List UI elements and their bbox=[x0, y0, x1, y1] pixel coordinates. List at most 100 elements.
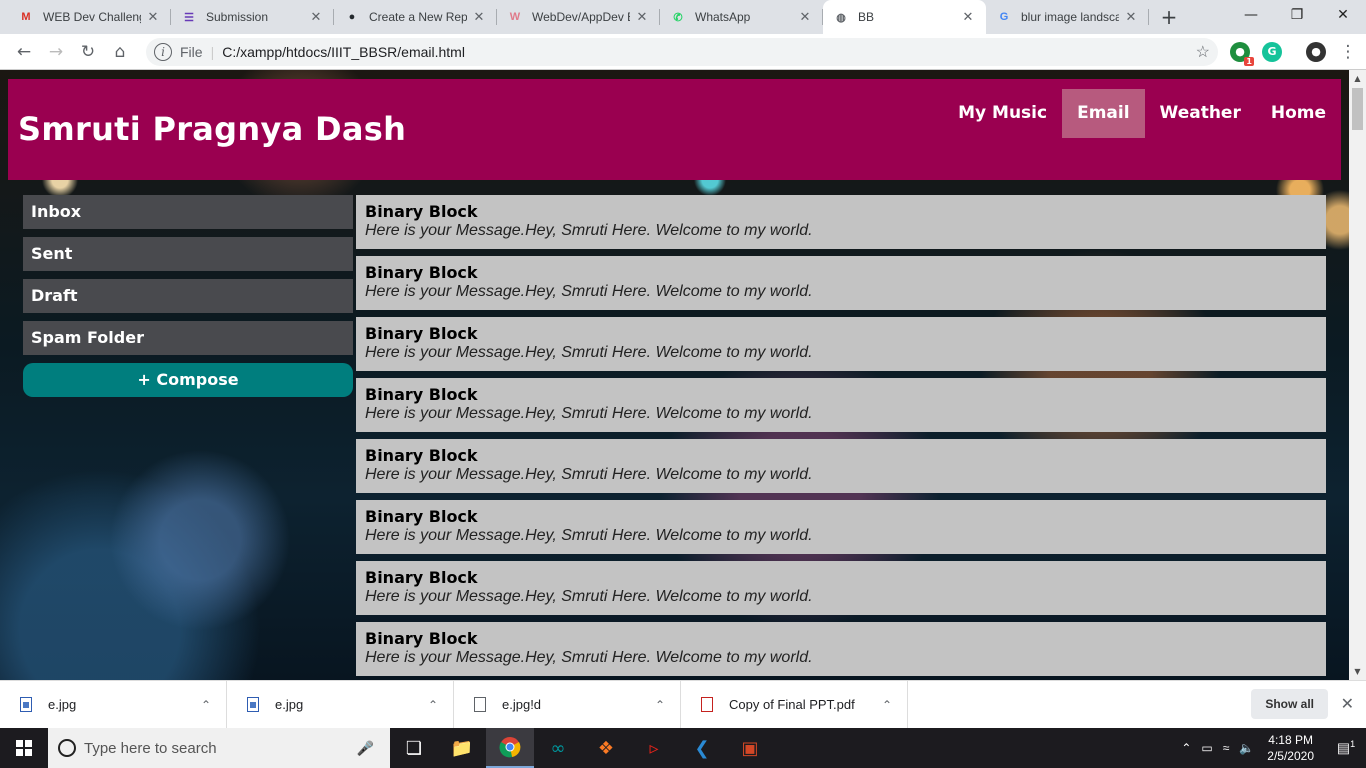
close-tab-icon[interactable]: ✕ bbox=[960, 9, 976, 25]
download-options-icon[interactable]: ⌃ bbox=[867, 698, 907, 712]
download-item[interactable]: e.jpg!d ⌃ bbox=[454, 680, 681, 729]
message-body: Here is your Message.Hey, Smruti Here. W… bbox=[365, 344, 813, 361]
browser-tab[interactable]: M WEB Dev Challenge ✕ bbox=[8, 0, 171, 34]
menu-kebab-icon[interactable]: ⋮ bbox=[1332, 38, 1364, 66]
download-filename: Copy of Final PPT.pdf bbox=[729, 697, 855, 712]
close-shelf-icon[interactable]: ✕ bbox=[1341, 694, 1354, 714]
minimize-icon[interactable]: — bbox=[1228, 0, 1274, 30]
windows-start-icon[interactable] bbox=[0, 728, 48, 768]
download-item[interactable]: e.jpg ⌃ bbox=[0, 680, 227, 729]
download-item[interactable]: e.jpg ⌃ bbox=[227, 680, 454, 729]
battery-icon[interactable]: ▭ bbox=[1196, 741, 1217, 755]
message-row[interactable]: Binary Block Here is your Message.Hey, Sm… bbox=[356, 500, 1326, 554]
message-row[interactable]: Binary Block Here is your Message.Hey, Sm… bbox=[356, 561, 1326, 615]
close-tab-icon[interactable]: ✕ bbox=[308, 9, 324, 25]
close-tab-icon[interactable]: ✕ bbox=[797, 9, 813, 25]
message-row[interactable]: Binary Block Here is your Message.Hey, Sm… bbox=[356, 195, 1326, 249]
message-row[interactable]: Binary Block Here is your Message.Hey, Sm… bbox=[356, 317, 1326, 371]
file-icon bbox=[474, 697, 486, 712]
close-tab-icon[interactable]: ✕ bbox=[1123, 9, 1139, 25]
grammarly-icon[interactable]: G bbox=[1262, 41, 1282, 62]
browser-toolbar: ← → ↻ ⌂ i File | C:/xampp/htdocs/IIIT_BB… bbox=[0, 34, 1366, 70]
new-tab-button[interactable]: + bbox=[1155, 3, 1183, 31]
message-list: Binary Block Here is your Message.Hey, Sm… bbox=[356, 195, 1326, 680]
nav-link-weather[interactable]: Weather bbox=[1145, 89, 1256, 138]
message-row[interactable]: Binary Block Here is your Message.Hey, Sm… bbox=[356, 378, 1326, 432]
message-sender: Binary Block bbox=[365, 263, 478, 282]
wifi-icon[interactable]: ≈ bbox=[1218, 741, 1235, 755]
message-row[interactable]: Binary Block Here is your Message.Hey, Sm… bbox=[356, 439, 1326, 493]
message-body: Here is your Message.Hey, Smruti Here. W… bbox=[365, 649, 813, 666]
file-explorer-icon[interactable]: 📁 bbox=[438, 728, 486, 768]
image-file-icon bbox=[20, 697, 32, 712]
address-bar[interactable]: i File | C:/xampp/htdocs/IIIT_BBSR/email… bbox=[146, 37, 1218, 66]
globe-icon: ◍ bbox=[836, 11, 846, 24]
task-view-icon[interactable]: ❏ bbox=[390, 728, 438, 768]
close-window-icon[interactable]: ✕ bbox=[1320, 0, 1366, 30]
tray-chevron-icon[interactable]: ⌃ bbox=[1176, 741, 1196, 755]
download-shelf: e.jpg ⌃ e.jpg ⌃ e.jpg!d ⌃ Copy of Final PPT.pd… bbox=[0, 680, 1366, 729]
extension-icon[interactable]: ● 1 bbox=[1230, 41, 1254, 66]
volume-icon[interactable]: 🔈 bbox=[1234, 741, 1259, 755]
taskbar-search[interactable]: Type here to search 🎤 bbox=[48, 728, 390, 768]
gmail-icon: M bbox=[21, 11, 31, 23]
profile-avatar[interactable]: ● bbox=[1306, 41, 1326, 62]
restore-icon[interactable]: ❐ bbox=[1274, 0, 1320, 30]
message-body: Here is your Message.Hey, Smruti Here. W… bbox=[365, 283, 813, 300]
url-text[interactable]: C:/xampp/htdocs/IIIT_BBSR/email.html bbox=[222, 44, 1195, 60]
download-options-icon[interactable]: ⌃ bbox=[640, 698, 680, 712]
sidebar-item-spam-folder[interactable]: Spam Folder bbox=[23, 321, 353, 355]
browser-tab[interactable]: ☰ Submission ✕ bbox=[171, 0, 334, 34]
vscode-icon[interactable]: ❮ bbox=[678, 728, 726, 768]
scroll-thumb[interactable] bbox=[1352, 88, 1363, 130]
message-row[interactable]: Binary Block Here is your Message.Hey, Sm… bbox=[356, 256, 1326, 310]
browser-tab[interactable]: ✆ WhatsApp ✕ bbox=[660, 0, 823, 34]
browser-tab[interactable]: Gblur image landsca ✕ bbox=[986, 0, 1149, 34]
chrome-taskbar-icon[interactable] bbox=[486, 728, 534, 768]
whatsapp-icon: ✆ bbox=[673, 11, 683, 24]
back-icon[interactable]: ← bbox=[8, 38, 40, 66]
taskbar-clock[interactable]: 4:18 PM 2/5/2020 bbox=[1259, 732, 1326, 764]
download-options-icon[interactable]: ⌃ bbox=[413, 698, 453, 712]
reload-icon[interactable]: ↻ bbox=[72, 38, 104, 66]
cortana-icon bbox=[58, 739, 76, 757]
forward-icon[interactable]: → bbox=[40, 38, 72, 66]
page-scrollbar[interactable]: ▲ ▼ bbox=[1349, 70, 1366, 680]
close-tab-icon[interactable]: ✕ bbox=[634, 9, 650, 25]
arduino-icon[interactable]: ∞ bbox=[534, 728, 582, 768]
download-item[interactable]: Copy of Final PPT.pdf ⌃ bbox=[681, 680, 908, 729]
compose-button[interactable]: + Compose bbox=[23, 363, 353, 397]
scroll-up-icon[interactable]: ▲ bbox=[1349, 70, 1366, 87]
info-icon[interactable]: i bbox=[154, 42, 172, 61]
microphone-icon[interactable]: 🎤 bbox=[357, 740, 374, 757]
sidebar-item-sent[interactable]: Sent bbox=[23, 237, 353, 271]
browser-tab[interactable]: W WebDev/AppDev E ✕ bbox=[497, 0, 660, 34]
browser-tab[interactable]: ◍ BB ✕ bbox=[823, 0, 986, 34]
pdf-file-icon bbox=[701, 697, 713, 712]
nav-link-home[interactable]: Home bbox=[1256, 89, 1341, 138]
download-filename: e.jpg bbox=[48, 697, 77, 712]
xampp-icon[interactable]: ❖ bbox=[582, 728, 630, 768]
nav-link-my-music[interactable]: My Music bbox=[943, 89, 1062, 138]
tab-title: WebDev/AppDev E bbox=[532, 10, 630, 24]
close-tab-icon[interactable]: ✕ bbox=[145, 9, 161, 25]
message-body: Here is your Message.Hey, Smruti Here. W… bbox=[365, 588, 813, 605]
sidebar-item-draft[interactable]: Draft bbox=[23, 279, 353, 313]
home-icon[interactable]: ⌂ bbox=[104, 38, 136, 66]
acrobat-icon[interactable]: ▹ bbox=[630, 728, 678, 768]
download-options-icon[interactable]: ⌃ bbox=[186, 698, 226, 712]
message-sender: Binary Block bbox=[365, 202, 478, 221]
system-tray: ⌃ ▭ ≈ 🔈 4:18 PM 2/5/2020 ▤1 bbox=[1176, 728, 1366, 768]
nav-link-email[interactable]: Email bbox=[1062, 89, 1145, 138]
close-tab-icon[interactable]: ✕ bbox=[471, 9, 487, 25]
scroll-down-icon[interactable]: ▼ bbox=[1349, 663, 1366, 680]
show-all-button[interactable]: Show all bbox=[1251, 689, 1328, 719]
message-row[interactable]: Binary Block Here is your Message.Hey, Sm… bbox=[356, 622, 1326, 676]
sidebar-item-inbox[interactable]: Inbox bbox=[23, 195, 353, 229]
notification-icon[interactable]: ▤1 bbox=[1326, 739, 1366, 757]
powerpoint-icon[interactable]: ▣ bbox=[726, 728, 774, 768]
browser-tab[interactable]: ● Create a New Repo ✕ bbox=[334, 0, 497, 34]
message-sender: Binary Block bbox=[365, 446, 478, 465]
bookmark-star-icon[interactable]: ☆ bbox=[1196, 42, 1210, 62]
w-icon: W bbox=[509, 11, 521, 23]
